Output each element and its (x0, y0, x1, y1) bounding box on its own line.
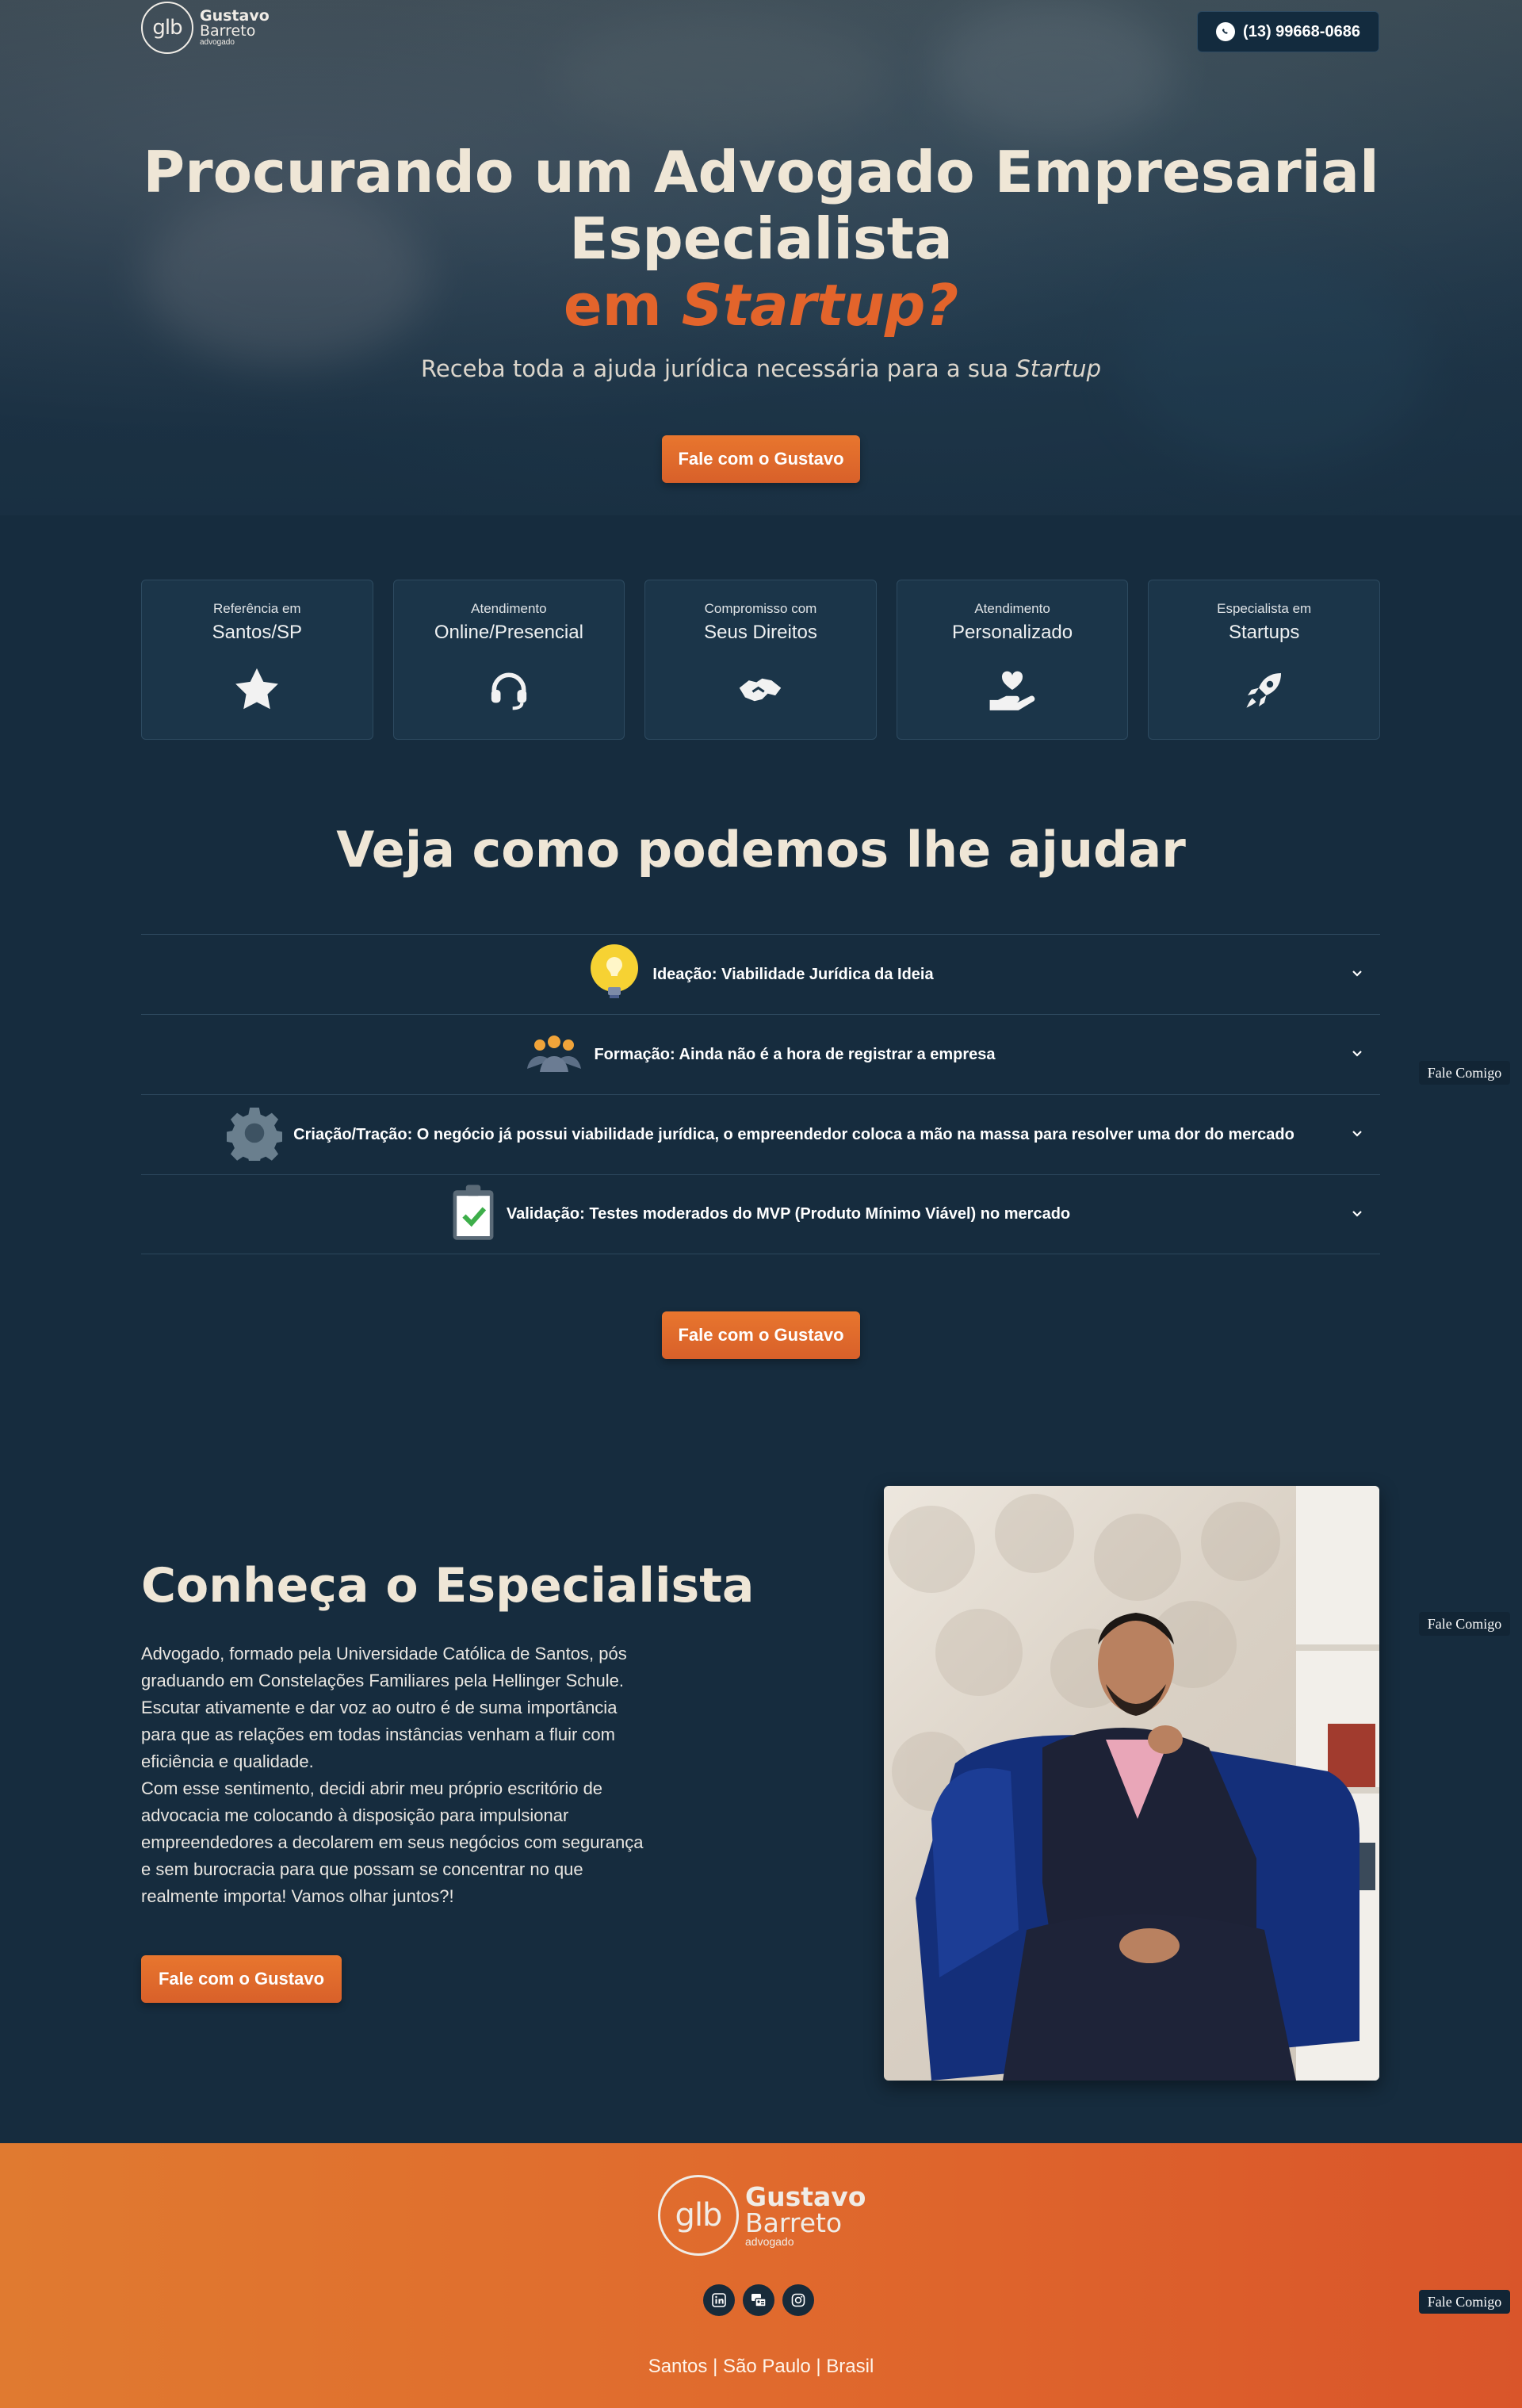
team-icon (526, 1034, 583, 1076)
about-cta-button[interactable]: Fale com o Gustavo (141, 1955, 342, 2003)
accordion-item-ideation[interactable]: Ideação: Viabilidade Jurídica da Ideia (141, 934, 1380, 1014)
hero-title-line3: em Startup? (0, 272, 1522, 339)
about-title: Conheça o Especialista (141, 1558, 755, 1614)
phone-label: (13) 99668-0686 (1243, 22, 1360, 40)
feature-card-big: Seus Direitos (704, 622, 817, 643)
lawyer-photo (884, 1486, 1379, 2081)
footer-location: Santos | São Paulo | Brasil (648, 2356, 874, 2377)
logo-role: advogado (200, 38, 235, 47)
site-footer: glb Gustavo Barreto advogado Santos | Sã… (0, 2143, 1522, 2408)
feature-card-personalized: Atendimento Personalizado (896, 580, 1129, 740)
hero-title-prefix: em (563, 272, 682, 339)
chevron-down-icon[interactable] (1352, 965, 1363, 982)
accordion-label: Formação: Ainda não é a hora de registra… (594, 1045, 996, 1063)
accordion-label: Validação: Testes moderados do MVP (Prod… (506, 1205, 1071, 1223)
chevron-down-icon[interactable] (1352, 1045, 1363, 1062)
logo-name-first: Gustavo (745, 2181, 866, 2212)
contact-card-icon[interactable] (743, 2284, 774, 2316)
headset-icon (484, 664, 534, 715)
whatsapp-phone-button[interactable]: (13) 99668-0686 (1197, 11, 1379, 52)
feature-card-big: Startups (1228, 622, 1300, 643)
clipboard-check-icon (451, 1183, 495, 1246)
linkedin-icon[interactable] (703, 2284, 735, 2316)
feature-card-service: Atendimento Online/Presencial (392, 580, 625, 740)
feature-card-small: Atendimento (974, 601, 1050, 616)
hand-heart-icon (987, 664, 1038, 715)
logo-mark: glb (658, 2175, 739, 2256)
feature-card-startups: Especialista em Startups (1148, 580, 1380, 740)
rocket-icon (1239, 664, 1290, 715)
feature-card-big: Santos/SP (212, 622, 302, 643)
help-section-title: Veja como podemos lhe ajudar (336, 821, 1186, 879)
floating-contact-tag[interactable]: Fale Comigo (1419, 2290, 1510, 2314)
accordion-item-formation[interactable]: Formação: Ainda não é a hora de registra… (141, 1014, 1380, 1094)
accordion-item-validation[interactable]: Validação: Testes moderados do MVP (Prod… (141, 1174, 1380, 1254)
feature-card-small: Atendimento (471, 601, 547, 616)
feature-card-location: Referência em Santos/SP (141, 580, 373, 740)
feature-card-big: Personalizado (952, 622, 1073, 643)
floating-contact-tag[interactable]: Fale Comigo (1419, 1061, 1510, 1085)
feature-cards: Referência em Santos/SP Atendimento Onli… (141, 580, 1380, 740)
accordion-label: Criação/Tração: O negócio já possui viab… (293, 1125, 1294, 1143)
hero-subtitle-accent: Startup (1015, 355, 1101, 382)
logo-mark: glb (141, 2, 193, 54)
chevron-down-icon[interactable] (1352, 1205, 1363, 1222)
floating-contact-tag[interactable]: Fale Comigo (1419, 1612, 1510, 1636)
handshake-icon (735, 664, 786, 715)
instagram-icon[interactable] (782, 2284, 814, 2316)
help-cta-button[interactable]: Fale com o Gustavo (662, 1311, 860, 1359)
site-logo[interactable]: glb Gustavo Barreto advogado (141, 2, 270, 54)
feature-card-small: Referência em (213, 601, 301, 616)
star-icon (231, 664, 282, 715)
feature-card-rights: Compromisso com Seus Direitos (644, 580, 877, 740)
lightbulb-icon (587, 944, 641, 1005)
help-accordion: Ideação: Viabilidade Jurídica da Ideia F… (141, 934, 1380, 1254)
hero-title-line1: Procurando um Advogado Empresarial (143, 139, 1379, 205)
whatsapp-icon (1216, 22, 1236, 41)
hero-cta-button[interactable]: Fale com o Gustavo (662, 435, 860, 483)
logo-name-last: Barreto (200, 22, 256, 40)
accordion-label: Ideação: Viabilidade Jurídica da Ideia (652, 965, 934, 983)
hero-bg-laptop (935, 0, 1173, 143)
chevron-down-icon[interactable] (1352, 1125, 1363, 1142)
hero-subtitle: Receba toda a ajuda jurídica necessária … (0, 355, 1522, 382)
accordion-item-creation[interactable]: Criação/Tração: O negócio já possui viab… (141, 1094, 1380, 1174)
logo-name-last: Barreto (745, 2207, 843, 2238)
footer-logo[interactable]: glb Gustavo Barreto advogado (658, 2175, 866, 2256)
gear-icon (225, 1105, 284, 1166)
about-paragraph: Advogado, formado pela Universidade Cató… (141, 1644, 627, 1771)
feature-card-big: Online/Presencial (434, 622, 583, 643)
hero-title: Procurando um Advogado Empresarial Espec… (0, 139, 1522, 339)
hero-subtitle-text: Receba toda a ajuda jurídica necessária … (421, 355, 1016, 382)
feature-card-small: Especialista em (1217, 601, 1312, 616)
about-text: Advogado, formado pela Universidade Cató… (141, 1640, 648, 1910)
social-links (703, 2284, 814, 2316)
hero-title-line2: Especialista (569, 205, 953, 272)
hero-title-accent: Startup? (681, 272, 959, 339)
feature-card-small: Compromisso com (704, 601, 817, 616)
about-paragraph: Com esse sentimento, decidi abrir meu pr… (141, 1778, 644, 1906)
hero-bg-desk (555, 16, 888, 143)
